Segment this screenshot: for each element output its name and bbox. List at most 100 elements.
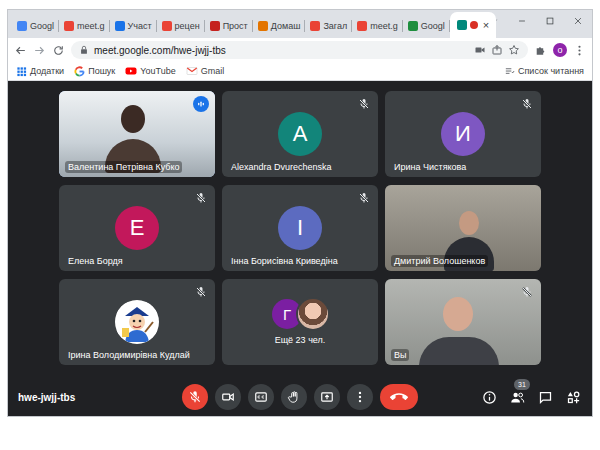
mic-off-icon: [195, 192, 207, 204]
present-icon[interactable]: [320, 390, 334, 404]
participant-tile[interactable]: Дмитрий Волошенков: [385, 185, 541, 271]
participant-tile[interactable]: ИИрина Чистякова: [385, 91, 541, 177]
browser-tab[interactable]: рецен: [157, 14, 205, 38]
youtube-icon[interactable]: [125, 65, 137, 77]
bookmark[interactable]: Пошук: [74, 66, 115, 77]
tab-label[interactable]: рецен: [175, 21, 200, 31]
group-avatars: Г: [272, 299, 328, 329]
bookmark-label[interactable]: Додатки: [30, 66, 64, 76]
tab-label[interactable]: Googl: [421, 21, 445, 31]
bookmark-star-icon[interactable]: [508, 44, 520, 56]
people-icon[interactable]: [510, 390, 525, 405]
bookmark-label[interactable]: YouTube: [140, 66, 175, 76]
reading-list-label[interactable]: Список читання: [518, 66, 584, 76]
activities-button[interactable]: [564, 388, 582, 406]
reading-list[interactable]: Список читання: [504, 66, 584, 77]
present-button[interactable]: [314, 384, 340, 410]
browser-tab[interactable]: Googl: [12, 14, 59, 38]
browser-tab[interactable]: meet.g: [352, 14, 403, 38]
apps-grid-icon[interactable]: [16, 66, 27, 77]
mic-icon[interactable]: [188, 390, 202, 404]
more-icon[interactable]: [353, 390, 367, 404]
captions-icon[interactable]: [254, 390, 268, 404]
captions-button[interactable]: [248, 384, 274, 410]
mic-off-icon: [358, 98, 370, 110]
tab-label[interactable]: Загал: [323, 21, 347, 31]
camera-button[interactable]: [215, 384, 241, 410]
more-button[interactable]: [347, 384, 373, 410]
others-count[interactable]: Ещё 23 чел.: [275, 335, 326, 345]
browser-tab[interactable]: Прост: [205, 14, 253, 38]
tab-label[interactable]: Участ: [128, 21, 152, 31]
leave-icon[interactable]: [390, 388, 408, 406]
tab-label[interactable]: Прост: [223, 21, 248, 31]
bookmark[interactable]: Додатки: [16, 66, 64, 77]
chat-icon[interactable]: [538, 390, 553, 405]
address-bar[interactable]: meet.google.com/hwe-jwjj-tbs: [71, 41, 528, 59]
audio-status: [519, 96, 535, 112]
maximize-icon[interactable]: [536, 10, 564, 32]
bookmark[interactable]: Gmail: [186, 65, 225, 77]
leave-button[interactable]: [380, 384, 418, 410]
participant-tile[interactable]: Г Ещё 23 чел.: [222, 279, 378, 365]
browser-tab[interactable]: Загал: [305, 14, 352, 38]
info-icon[interactable]: [482, 390, 497, 405]
lock-icon[interactable]: [79, 45, 89, 55]
bookmark[interactable]: YouTube: [125, 65, 175, 77]
people-button[interactable]: 31: [508, 388, 526, 406]
mic-off-icon: [358, 192, 370, 204]
avatar-initial: A: [293, 123, 308, 145]
participant-tile[interactable]: Вы: [385, 279, 541, 365]
tab-label[interactable]: Googl: [30, 21, 54, 31]
participant-tile[interactable]: AAlexandra Dvurechenska: [222, 91, 378, 177]
reading-list-icon[interactable]: [504, 66, 515, 77]
participant-tile[interactable]: Ірина Володимирівна Кудлай: [59, 279, 215, 365]
avatar-initial: Г: [283, 307, 291, 322]
address-text[interactable]: meet.google.com/hwe-jwjj-tbs: [94, 45, 226, 56]
google-icon[interactable]: [74, 66, 85, 77]
camera-icon[interactable]: [221, 390, 235, 404]
tab-close-button[interactable]: ×: [481, 19, 489, 31]
meet-area: Валентина Петрівна КубкоAAlexandra Dvure…: [8, 81, 592, 416]
hand-button[interactable]: [281, 384, 307, 410]
mic-off-icon: [195, 286, 207, 298]
share-icon[interactable]: [491, 44, 503, 56]
chat-button[interactable]: [536, 388, 554, 406]
browser-tab[interactable]: ×: [450, 12, 496, 38]
reload-icon[interactable]: [52, 44, 65, 57]
extensions-puzzle-icon[interactable]: [534, 44, 547, 57]
mic-button[interactable]: [182, 384, 208, 410]
audio-status: [356, 190, 372, 206]
browser-tab[interactable]: Домаш: [253, 14, 306, 38]
participant-name: Ірина Володимирівна Кудлай: [65, 349, 193, 361]
call-controls-bar: hwe-jwjj-tbs31: [8, 378, 592, 416]
browser-tab[interactable]: Googl: [403, 14, 450, 38]
info-button[interactable]: [480, 388, 498, 406]
tab-label[interactable]: meet.g: [77, 21, 105, 31]
participant-tile[interactable]: Валентина Петрівна Кубко: [59, 91, 215, 177]
participant-name: Вы: [391, 349, 409, 361]
menu-dots-icon[interactable]: [573, 44, 586, 57]
camera-in-use-icon[interactable]: [474, 44, 486, 56]
activities-icon[interactable]: [566, 390, 581, 405]
window-controls: [480, 10, 592, 32]
others-group[interactable]: Г Ещё 23 чел.: [272, 299, 328, 345]
close-window-icon[interactable]: [564, 10, 592, 32]
forward-arrow-icon[interactable]: [33, 44, 46, 57]
participant-name: Ирина Чистякова: [391, 161, 469, 173]
hand-icon[interactable]: [287, 390, 301, 404]
back-arrow-icon[interactable]: [14, 44, 27, 57]
avatar: І: [278, 206, 322, 250]
minimize-icon[interactable]: [508, 10, 536, 32]
browser-tab[interactable]: meet.g: [59, 14, 110, 38]
gmail-icon[interactable]: [186, 65, 198, 77]
participant-tile[interactable]: ЕЕлена Бордя: [59, 185, 215, 271]
bookmark-label[interactable]: Gmail: [201, 66, 225, 76]
browser-tab[interactable]: Участ: [110, 14, 157, 38]
participant-tile[interactable]: ІІнна Борисівна Криведіна: [222, 185, 378, 271]
audio-status: [193, 284, 209, 300]
tab-label[interactable]: meet.g: [370, 21, 398, 31]
profile-button[interactable]: o: [553, 43, 567, 57]
tab-label[interactable]: Домаш: [271, 21, 301, 31]
bookmark-label[interactable]: Пошук: [88, 66, 115, 76]
